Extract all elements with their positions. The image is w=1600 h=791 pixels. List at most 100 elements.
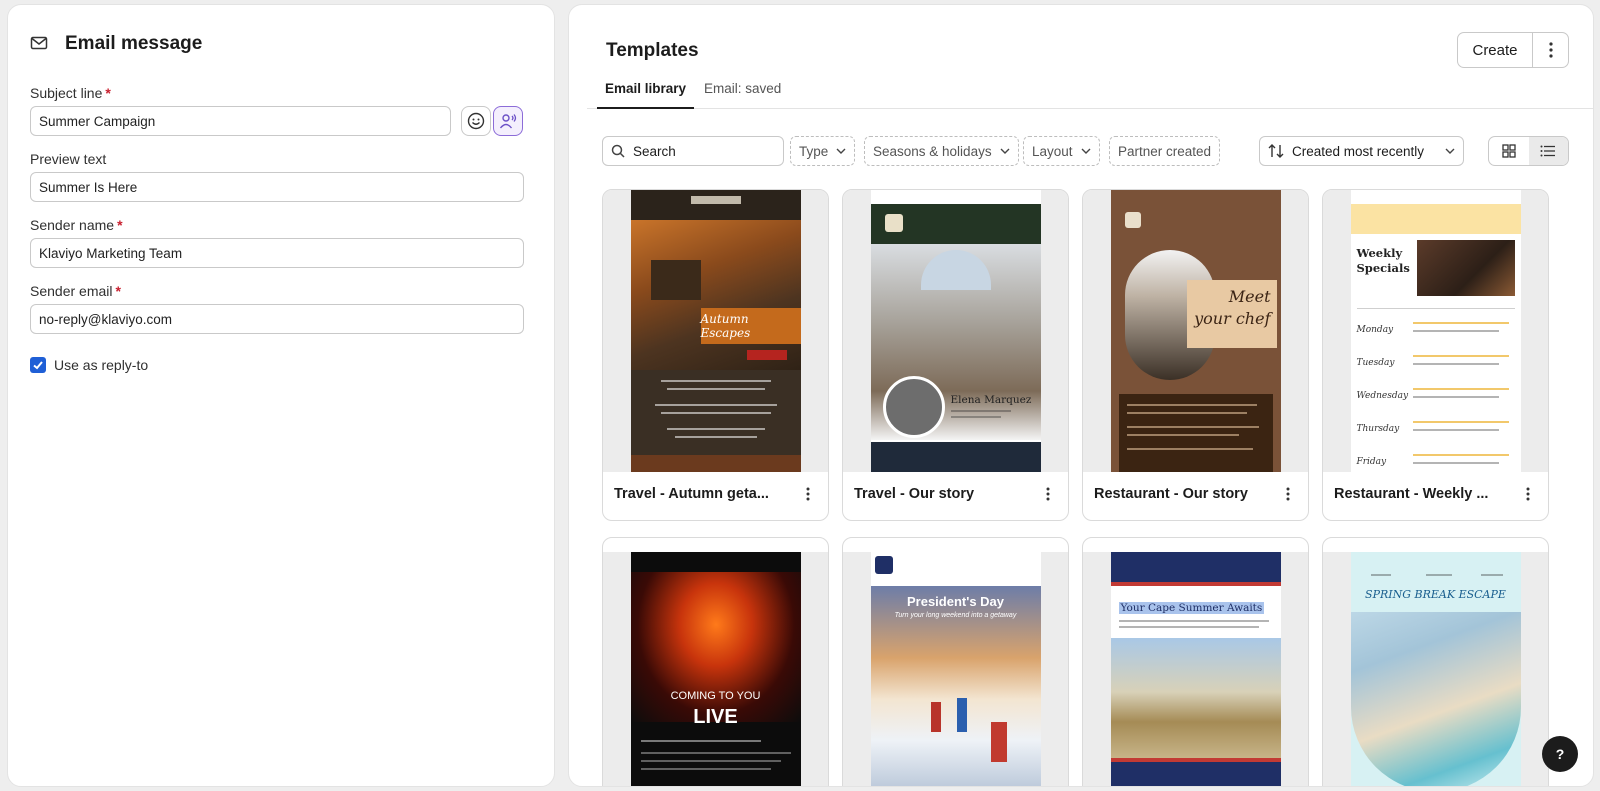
template-card[interactable]: President's Day Turn your long weekend i… — [842, 537, 1069, 786]
coming-text: COMING TO YOU — [670, 690, 761, 702]
seasons-holidays-filter[interactable]: Seasons & holidays — [864, 136, 1019, 166]
weekday-list: Monday Tuesday Wednesday Thursday Friday — [1357, 314, 1409, 472]
sender-name-label: Sender name * — [30, 217, 123, 233]
tab-email-saved[interactable]: Email: saved — [696, 81, 789, 109]
sender-email-label: Sender email * — [30, 283, 121, 299]
sender-email-input[interactable]: no-reply@klaviyo.com — [30, 304, 524, 334]
email-message-title: Email message — [65, 33, 203, 54]
required-marker: * — [115, 283, 121, 299]
more-options-button[interactable] — [1532, 32, 1569, 68]
templates-panel: Templates Create Email library Email: sa… — [568, 4, 1594, 787]
spring-break-preview: SPRING BREAK ESCAPE — [1350, 552, 1521, 786]
template-card[interactable]: Elena Marquez Travel - Our story — [842, 189, 1069, 521]
template-card[interactable]: COMING TO YOU LIVE — [602, 537, 829, 786]
reply-to-row: Use as reply-to — [30, 357, 148, 373]
sender-name-label-text: Sender name — [30, 217, 115, 233]
type-filter[interactable]: Type — [790, 136, 856, 166]
sort-select[interactable]: Created most recently — [1259, 136, 1464, 166]
template-card[interactable]: SPRING BREAK ESCAPE — [1322, 537, 1549, 786]
required-marker: * — [117, 217, 123, 233]
partner-filter-label: Partner created — [1118, 143, 1212, 159]
subject-line-label-text: Subject line — [30, 85, 103, 101]
list-view-button[interactable] — [1528, 137, 1568, 165]
restaurant-story-preview: Meet your chef — [1110, 190, 1281, 472]
template-name: Travel - Autumn geta... — [614, 486, 769, 502]
sort-arrows-icon — [1268, 144, 1284, 158]
template-card[interactable]: Autumn Escapes Travel - Autumn geta... — [602, 189, 829, 521]
preview-text-input[interactable]: Summer Is Here — [30, 172, 524, 202]
card-options-icon[interactable] — [1286, 487, 1290, 501]
autumn-headline: Autumn Escapes — [700, 308, 801, 344]
template-card-footer: Restaurant - Weekly ... — [1323, 468, 1548, 520]
search-placeholder: Search — [633, 143, 676, 159]
template-card[interactable]: Weekly Specials Monday Tuesday Wednesday… — [1322, 189, 1549, 521]
person-name: Elena Marquez — [950, 394, 1032, 406]
live-text: LIVE — [693, 706, 738, 728]
search-input[interactable]: Search — [602, 136, 784, 166]
presidents-headline: President's Day — [906, 594, 1005, 609]
create-button[interactable]: Create — [1457, 32, 1533, 68]
cape-summer-preview: Your Cape Summer Awaits — [1110, 552, 1281, 786]
spring-headline: SPRING BREAK ESCAPE — [1365, 588, 1506, 601]
weekly-specials-preview: Weekly Specials Monday Tuesday Wednesday… — [1350, 190, 1521, 472]
layout-filter[interactable]: Layout — [1023, 136, 1100, 166]
templates-title: Templates — [606, 40, 699, 61]
template-thumbnail: COMING TO YOU LIVE — [603, 552, 828, 786]
search-icon — [611, 144, 625, 158]
ai-personalize-button[interactable] — [493, 106, 523, 136]
email-message-header: Email message — [30, 33, 202, 55]
list-icon — [1540, 145, 1556, 157]
subject-line-input[interactable]: Summer Campaign — [30, 106, 451, 136]
template-thumbnail: President's Day Turn your long weekend i… — [843, 552, 1068, 786]
email-message-panel: Email message Subject line * Summer Campa… — [7, 4, 555, 787]
template-thumbnail: SPRING BREAK ESCAPE — [1323, 552, 1548, 786]
sender-name-input[interactable]: Klaviyo Marketing Team — [30, 238, 524, 268]
subject-line-label: Subject line * — [30, 85, 111, 101]
template-card[interactable]: Meet your chef Restaurant - Our story — [1082, 189, 1309, 521]
meet-chef-headline: Meet your chef — [1186, 280, 1277, 348]
preview-text-label: Preview text — [30, 151, 107, 167]
card-options-icon[interactable] — [1046, 487, 1050, 501]
smiley-icon — [467, 112, 485, 130]
card-options-icon[interactable] — [806, 487, 810, 501]
layout-filter-label: Layout — [1032, 143, 1073, 159]
tab-email-library[interactable]: Email library — [597, 81, 695, 109]
template-card-footer: Travel - Our story — [843, 468, 1068, 520]
reply-to-label: Use as reply-to — [54, 357, 149, 373]
template-card-footer: Restaurant - Our story — [1083, 468, 1308, 520]
required-marker: * — [105, 85, 111, 101]
vertical-dots-icon — [1548, 42, 1553, 58]
template-card[interactable]: Your Cape Summer Awaits — [1082, 537, 1309, 786]
weekday: Thursday — [1356, 424, 1400, 434]
our-story-preview: Elena Marquez — [870, 190, 1041, 472]
envelope-icon — [30, 34, 50, 54]
view-toggle — [1488, 136, 1569, 166]
card-options-icon[interactable] — [1526, 487, 1530, 501]
chevron-down-icon — [836, 148, 846, 154]
sort-label: Created most recently — [1292, 143, 1425, 159]
template-thumbnail: Autumn Escapes — [603, 190, 828, 472]
grid-view-button[interactable] — [1489, 137, 1529, 165]
seasons-filter-label: Seasons & holidays — [873, 143, 992, 159]
template-name: Restaurant - Our story — [1094, 486, 1248, 502]
weekday: Tuesday — [1356, 358, 1395, 368]
reply-to-checkbox[interactable] — [30, 357, 46, 373]
chevron-down-icon — [1081, 148, 1091, 154]
presidents-subtitle: Turn your long weekend into a getaway — [894, 612, 1017, 619]
template-name: Restaurant - Weekly ... — [1334, 486, 1489, 502]
person-sparkle-icon — [499, 114, 517, 129]
template-thumbnail: Elena Marquez — [843, 190, 1068, 472]
type-filter-label: Type — [799, 143, 829, 159]
weekday: Wednesday — [1356, 391, 1409, 401]
template-name: Travel - Our story — [854, 486, 975, 502]
live-concert-preview: COMING TO YOU LIVE — [630, 552, 801, 786]
template-tabs: Email library Email: saved — [587, 79, 1593, 109]
sender-email-label-text: Sender email — [30, 283, 113, 299]
help-button[interactable]: ? — [1542, 736, 1578, 772]
presidents-day-preview: President's Day Turn your long weekend i… — [870, 552, 1041, 786]
template-thumbnail: Meet your chef — [1083, 190, 1308, 472]
emoji-button[interactable] — [461, 106, 491, 136]
template-thumbnail: Your Cape Summer Awaits — [1083, 552, 1308, 786]
partner-created-filter[interactable]: Partner created — [1109, 136, 1221, 166]
template-thumbnail: Weekly Specials Monday Tuesday Wednesday… — [1323, 190, 1548, 472]
